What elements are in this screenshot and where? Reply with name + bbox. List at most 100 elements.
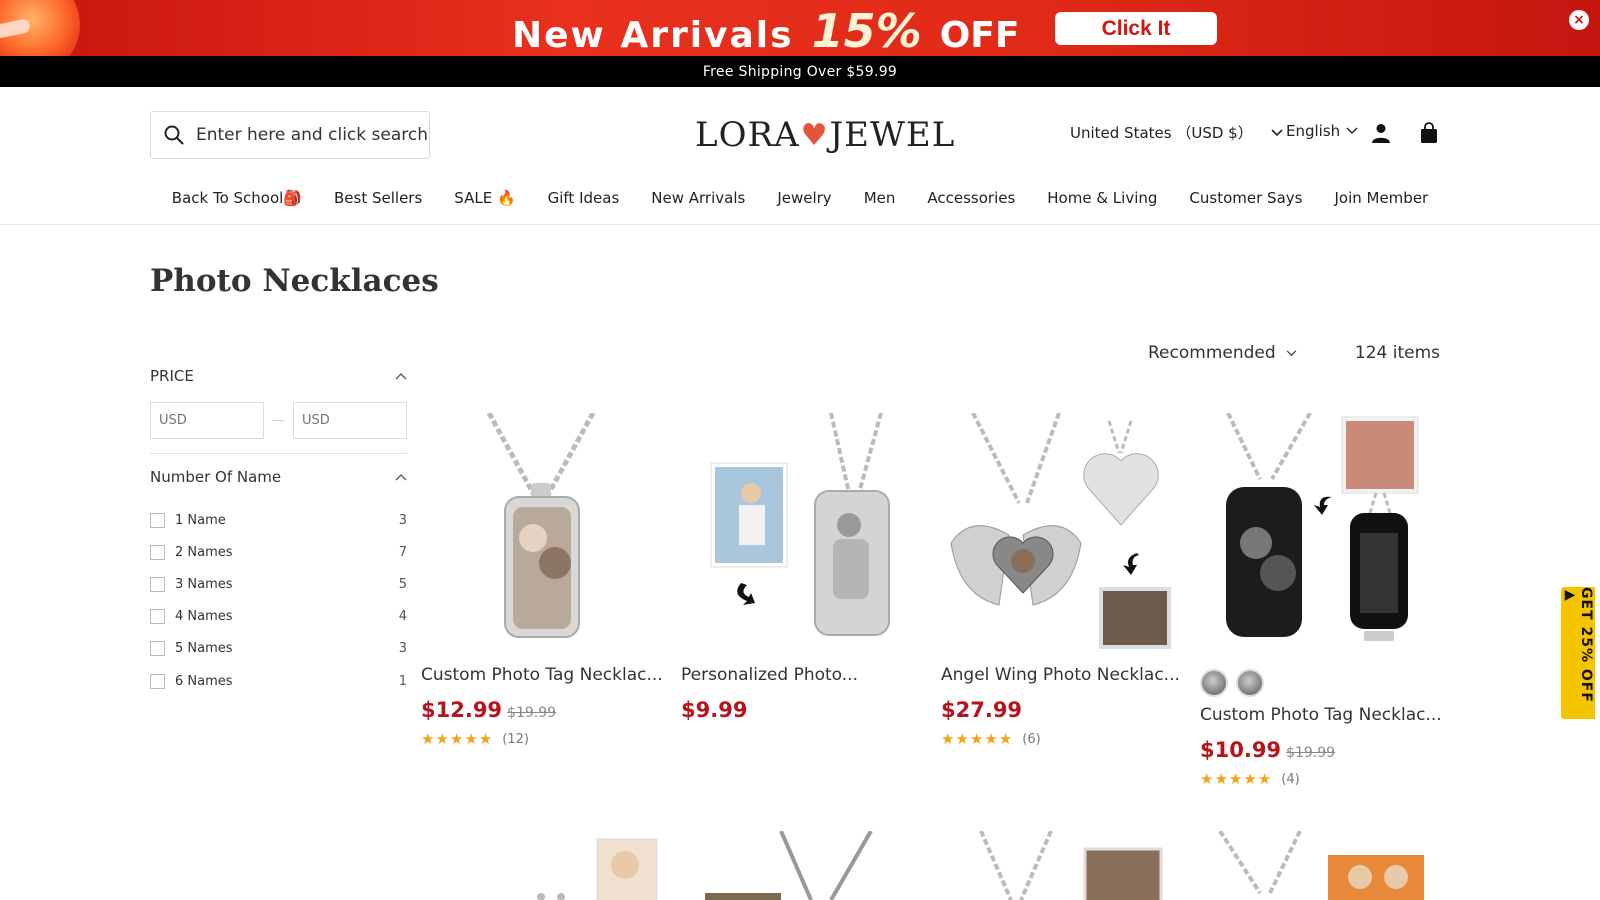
product-card[interactable]: Custom Photo Tag Necklac... $10.99 $19.9… — [1200, 413, 1442, 788]
search-input[interactable] — [196, 125, 428, 145]
filter-option-2-names[interactable]: 2 Names 7 — [150, 543, 407, 561]
nav-item-new-arrivals[interactable]: New Arrivals — [635, 183, 761, 213]
product-rating: ★★★★★ (12) — [421, 730, 663, 748]
logo-text-right: JEWEL — [829, 115, 956, 155]
promo-banner[interactable]: New Arrivals 15% OFF Click It × — [0, 0, 1600, 56]
search-box[interactable] — [150, 111, 430, 159]
product-prices: $10.99 $19.99 — [1200, 738, 1442, 762]
necklace-illustration — [705, 831, 873, 900]
checkbox[interactable] — [150, 576, 165, 592]
nav-item-men[interactable]: Men — [848, 183, 912, 213]
nav-item-customer-says[interactable]: Customer Says — [1173, 183, 1318, 213]
product-image[interactable] — [421, 413, 663, 655]
review-count: (6) — [1022, 731, 1041, 747]
filter-option-label: 4 Names — [175, 608, 233, 624]
filter-option-6-names[interactable]: 6 Names 1 — [150, 672, 407, 690]
language-selector[interactable]: English — [1286, 122, 1358, 140]
product-image[interactable] — [941, 831, 1183, 900]
necklace-illustration — [1226, 413, 1419, 641]
chevron-down-icon — [1271, 128, 1283, 136]
user-icon[interactable] — [1370, 122, 1392, 144]
price-range: — — [150, 402, 407, 439]
product-name[interactable]: Custom Photo Tag Necklac... — [421, 665, 663, 685]
filter-option-5-names[interactable]: 5 Names 3 — [150, 639, 407, 657]
items-count: 124 items — [1354, 343, 1440, 363]
nav-item-sale[interactable]: SALE 🔥 — [438, 183, 531, 213]
product-image[interactable] — [1200, 831, 1442, 900]
main-nav: Back To School🎒 Best Sellers SALE 🔥 Gift… — [0, 183, 1600, 225]
product-image[interactable] — [681, 831, 923, 900]
star-rating-icon: ★★★★★ — [1200, 770, 1273, 788]
variant-swatch[interactable] — [1200, 669, 1228, 697]
filter-option-3-names[interactable]: 3 Names 5 — [150, 575, 407, 593]
product-image[interactable] — [1200, 413, 1442, 655]
checkbox[interactable] — [150, 544, 165, 560]
nav-item-gift-ideas[interactable]: Gift Ideas — [532, 183, 636, 213]
review-count: (4) — [1281, 771, 1300, 787]
search-icon[interactable] — [164, 125, 184, 145]
site-logo[interactable]: LORA ♥ JEWEL — [695, 115, 955, 155]
star-rating-icon: ★★★★★ — [941, 730, 1014, 748]
nav-item-home-living[interactable]: Home & Living — [1031, 183, 1173, 213]
product-prices: $27.99 — [941, 698, 1183, 722]
variant-swatch[interactable] — [1236, 669, 1264, 697]
discount-side-tab[interactable]: GET 25% OFF ▶ — [1561, 587, 1595, 719]
product-price: $10.99 — [1200, 738, 1282, 762]
nav-item-join-member[interactable]: Join Member — [1318, 183, 1444, 213]
checkbox[interactable] — [150, 640, 165, 656]
product-name[interactable]: Personalized Photo... — [681, 665, 923, 685]
filter-option-label: 3 Names — [175, 576, 233, 592]
filter-option-count: 5 — [398, 576, 407, 592]
product-original-price: $19.99 — [1286, 745, 1336, 761]
name-count-filter-header[interactable]: Number Of Name — [150, 468, 407, 486]
review-count: (12) — [502, 731, 529, 747]
product-image[interactable] — [941, 413, 1183, 655]
close-icon[interactable]: × — [1569, 10, 1589, 30]
filter-option-label: 5 Names — [175, 640, 233, 656]
product-image[interactable] — [681, 413, 923, 655]
product-card[interactable]: Personalized Photo... $9.99 — [681, 413, 923, 722]
currency-label: United States （USD $） — [1070, 124, 1253, 142]
filter-option-1-name[interactable]: 1 Name 3 — [150, 511, 407, 529]
shopping-bag-icon[interactable] — [1418, 122, 1440, 144]
filter-option-count: 3 — [398, 640, 407, 656]
nav-item-jewelry[interactable]: Jewelry — [761, 183, 847, 213]
checkbox[interactable] — [150, 512, 165, 528]
product-name[interactable]: Custom Photo Tag Necklac... — [1200, 705, 1442, 725]
filter-option-label: 1 Name — [175, 512, 226, 528]
checkbox[interactable] — [150, 673, 165, 689]
filter-divider — [150, 453, 407, 454]
chevron-down-icon — [1346, 127, 1358, 134]
price-max-input[interactable] — [293, 402, 407, 439]
product-card[interactable]: Angel Wing Photo Necklac... $27.99 ★★★★★… — [941, 413, 1183, 748]
chevron-up-icon — [395, 373, 407, 380]
filter-option-count: 7 — [398, 544, 407, 560]
product-price: $9.99 — [681, 698, 748, 722]
product-card[interactable]: Custom Photo Tag Necklac... $12.99 $19.9… — [421, 413, 663, 748]
nav-item-accessories[interactable]: Accessories — [911, 183, 1031, 213]
promo-off: OFF — [939, 15, 1020, 56]
nav-item-back-to-school[interactable]: Back To School🎒 — [156, 183, 318, 213]
product-prices: $9.99 — [681, 698, 923, 722]
variant-swatches — [1200, 669, 1442, 697]
price-filter-header[interactable]: PRICE — [150, 367, 407, 385]
promo-text: New Arrivals 15% OFF — [512, 4, 1019, 56]
filter-option-4-names[interactable]: 4 Names 4 — [150, 607, 407, 625]
necklace-illustration — [1218, 831, 1424, 900]
product-name[interactable]: Angel Wing Photo Necklac... — [941, 665, 1183, 685]
product-image[interactable] — [421, 831, 663, 900]
name-count-filter-title: Number Of Name — [150, 468, 282, 486]
price-min-input[interactable] — [150, 402, 264, 439]
necklace-illustration — [979, 831, 1163, 900]
filter-option-count: 3 — [398, 512, 407, 528]
product-rating: ★★★★★ (6) — [941, 730, 1183, 748]
product-prices: $12.99 $19.99 — [421, 698, 663, 722]
checkbox[interactable] — [150, 608, 165, 624]
price-separator: — — [272, 413, 285, 428]
sort-dropdown[interactable]: Recommended — [1148, 343, 1297, 363]
currency-selector[interactable]: United States （USD $） — [1070, 122, 1283, 143]
promo-click-button[interactable]: Click It — [1055, 12, 1217, 45]
price-filter-title: PRICE — [150, 367, 194, 385]
free-shipping-bar: Free Shipping Over $59.99 — [0, 56, 1600, 87]
nav-item-best-sellers[interactable]: Best Sellers — [318, 183, 438, 213]
